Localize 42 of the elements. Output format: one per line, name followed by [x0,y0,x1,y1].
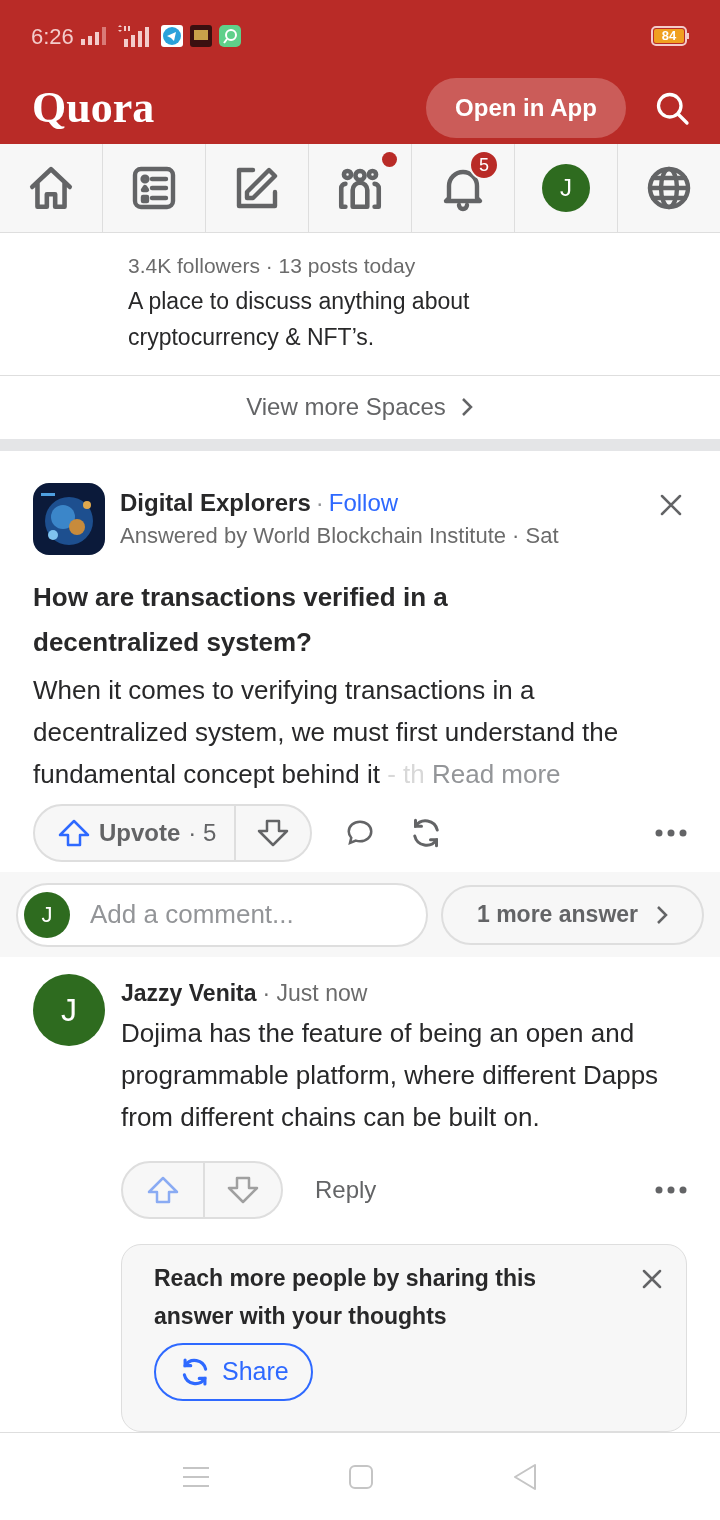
reply-button[interactable]: Reply [315,1172,377,1208]
downvote-icon [256,818,291,849]
chevron-icon [656,904,669,925]
space-description: A place to discuss anything about cryptocurrency & NFT’s. [128,287,471,352]
question-title[interactable]: How are transactions verified in a decentralized system? [33,574,553,665]
signal-icon [80,27,109,45]
list-icon [130,164,178,212]
more-options-icon[interactable] [655,829,687,838]
commenter-avatar[interactable]: J [33,974,105,1046]
more-answers-button[interactable]: 1 more answer [441,884,704,945]
share-button[interactable]: Share [154,1343,313,1401]
profile-avatar: J [542,164,590,212]
answer-byline: Answered by World Blockchain Institute · Sat [120,521,560,550]
more-options-icon[interactable] [655,1186,687,1194]
nav-tab[interactable]: 5 [411,144,514,232]
comment-text: Dojima has the feature of being an open and programmable platform, where different Dapps from different chains can be built on. [121,1017,660,1134]
quora-logo[interactable]: Quora [32,86,155,130]
clock-time: 6:26 [31,22,74,51]
space-name[interactable]: Digital Explorers [120,486,311,519]
search-icon[interactable] [654,90,690,126]
share-prompt: Reach more people by sharing this answer with your thoughts [154,1264,538,1331]
follow-link[interactable]: Follow [328,486,399,519]
space-stats: 3.4K followers · 13 posts today [128,253,417,279]
close-icon[interactable] [659,492,683,517]
commenter-name[interactable]: Jazzy Venita [121,974,257,1012]
upvote-icon [146,1175,180,1205]
open-in-app-button[interactable]: Open in App [426,78,626,138]
globe-icon [645,164,693,212]
comment-time: · Just now [262,979,368,1008]
app-icon [218,25,241,47]
notification-badge: 5 [469,150,499,180]
upvote-button[interactable]: Upvote · 5 [35,806,235,861]
nav-tab[interactable]: J [514,144,617,232]
telegram-icon [160,25,183,47]
app-icon [189,25,212,47]
view-more-spaces-link[interactable]: View more Spaces [246,389,474,426]
downvote-icon [226,1175,260,1205]
close-icon[interactable] [642,1269,662,1289]
separator-dot: · [315,487,324,518]
battery-icon: 84 [651,26,689,46]
upvote-icon [57,818,91,849]
read-more-link[interactable]: Read more [431,758,561,789]
